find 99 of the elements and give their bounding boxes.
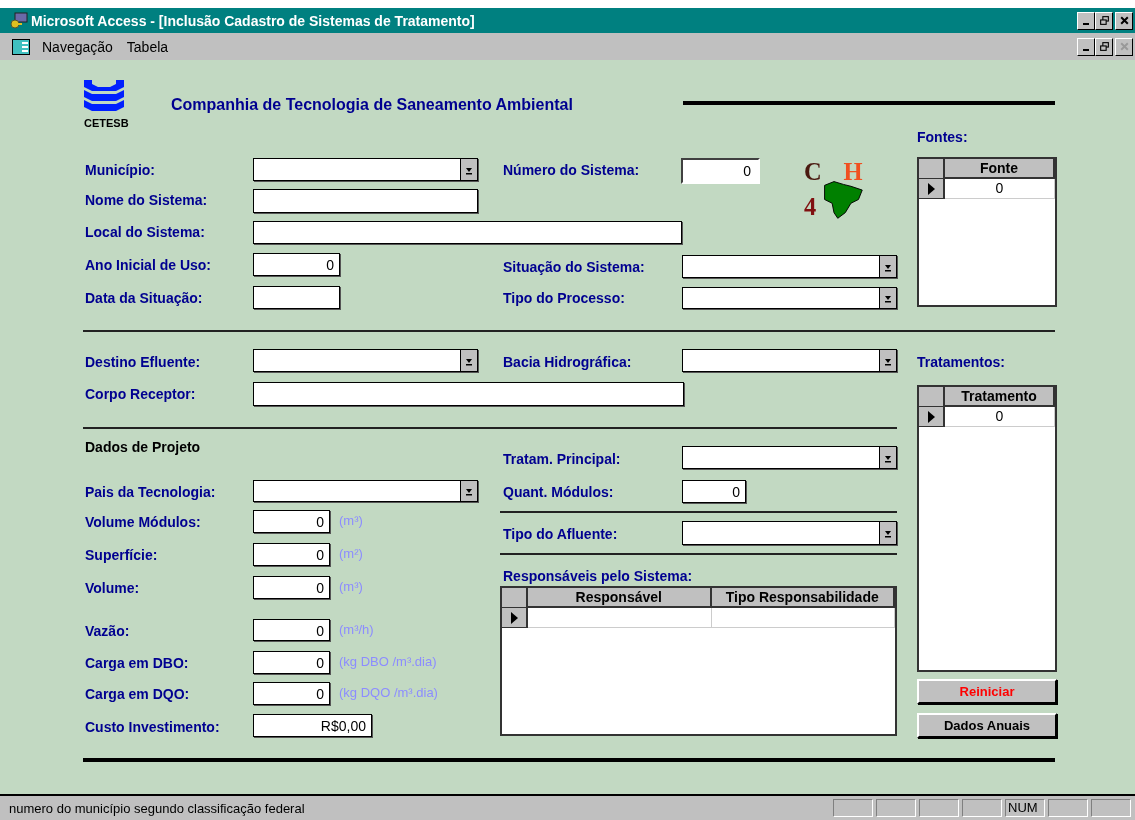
- subform-title: Fontes:: [917, 129, 968, 145]
- status-panel: [1048, 799, 1088, 817]
- table-cell: 0: [945, 179, 1055, 199]
- text-field[interactable]: [253, 189, 478, 213]
- text-field[interactable]: 0: [253, 253, 340, 276]
- field-label: Tipo do Afluente:: [503, 526, 618, 542]
- field-label: Nome do Sistema:: [85, 192, 208, 208]
- dropdown-field[interactable]: [682, 255, 897, 278]
- minimize-icon: [1083, 48, 1089, 51]
- unit-label: (m³/h): [339, 622, 374, 637]
- text-field[interactable]: 0: [253, 619, 330, 641]
- text-field[interactable]: R$0,00: [253, 714, 372, 737]
- column-header[interactable]: Responsável: [528, 588, 712, 608]
- status-indicator: NUM: [1005, 799, 1045, 817]
- dropdown-field[interactable]: [253, 480, 478, 502]
- field-label: Carga em DBO:: [85, 655, 189, 671]
- restore-icon: [1098, 41, 1110, 52]
- field-label: Bacia Hidrográfica:: [503, 354, 632, 370]
- field-label: Situação do Sistema:: [503, 259, 645, 275]
- form-icon: [12, 38, 30, 55]
- field-label: Custo Investimento:: [85, 719, 220, 735]
- unit-label: (m³): [339, 579, 363, 594]
- text-field[interactable]: 0: [681, 158, 760, 184]
- company-name: Companhia de Tecnologia de Saneamento Ambiental: [171, 96, 573, 114]
- status-panel: [919, 799, 959, 817]
- logo-caption: CETESB: [84, 117, 129, 129]
- field-label: Município:: [85, 162, 155, 178]
- close-icon: [1118, 41, 1130, 52]
- dropdown-field[interactable]: [682, 349, 897, 372]
- text-field[interactable]: 0: [253, 576, 330, 599]
- field-label: Ano Inicial de Uso:: [85, 257, 211, 273]
- close-button[interactable]: [1115, 37, 1133, 56]
- unit-label: (kg DQO /m³.dia): [339, 685, 438, 700]
- column-header[interactable]: Tratamento: [945, 387, 1055, 407]
- restore-button[interactable]: [1095, 11, 1113, 30]
- dropdown-field[interactable]: [253, 349, 478, 372]
- form-button[interactable]: Dados Anuais: [917, 713, 1057, 738]
- text-field[interactable]: 0: [682, 480, 746, 503]
- header-corner-cell[interactable]: [919, 159, 945, 179]
- current-row-icon: [926, 181, 936, 196]
- window-title: Microsoft Access - [Inclusão Cadastro de Sistemas de Tratamento]: [31, 12, 475, 29]
- status-panel: [876, 799, 916, 817]
- field-label: Pais da Tecnologia:: [85, 484, 216, 500]
- field-label: Data da Situação:: [85, 290, 203, 306]
- column-header[interactable]: Fonte: [945, 159, 1055, 179]
- dropdown-field[interactable]: [682, 446, 897, 469]
- column-header[interactable]: Tipo Responsabilidade: [711, 588, 895, 608]
- section-title: Dados de Projeto: [85, 439, 201, 455]
- minimize-icon: [1083, 22, 1089, 25]
- text-field[interactable]: 0: [253, 651, 330, 674]
- header-corner-cell[interactable]: [919, 387, 945, 407]
- cetesb-logo-icon: [84, 80, 124, 114]
- status-panel: [833, 799, 873, 817]
- restore-icon: [1098, 15, 1110, 26]
- field-label: Tipo do Processo:: [503, 290, 625, 306]
- menu-item[interactable]: Tabela: [122, 38, 173, 55]
- table-cell: 0: [945, 407, 1055, 427]
- restore-button[interactable]: [1095, 37, 1113, 56]
- status-text: numero do município segundo classificação federal: [9, 800, 305, 816]
- status-panel: [962, 799, 1002, 817]
- text-field[interactable]: 0: [253, 510, 330, 533]
- field-label: Volume:: [85, 580, 140, 596]
- dropdown-field[interactable]: [682, 521, 897, 545]
- subform-title: Responsáveis pelo Sistema:: [503, 568, 693, 584]
- dropdown-field[interactable]: [253, 158, 478, 181]
- text-field[interactable]: 0: [253, 543, 330, 566]
- menu-item[interactable]: Navegação: [38, 38, 117, 55]
- status-panel: [1091, 799, 1131, 817]
- header-corner-cell[interactable]: [502, 588, 528, 608]
- text-field[interactable]: [253, 221, 682, 244]
- text-field[interactable]: [253, 286, 340, 309]
- text-field[interactable]: 0: [253, 682, 330, 705]
- current-row-icon: [926, 409, 936, 424]
- minimize-button[interactable]: [1077, 37, 1095, 56]
- unit-label: (m³): [339, 513, 363, 528]
- minimize-button[interactable]: [1077, 11, 1095, 30]
- field-label: Vazão:: [85, 623, 130, 639]
- close-icon: [1118, 15, 1130, 26]
- field-label: Superfície:: [85, 547, 158, 563]
- subform-title: Tratamentos:: [917, 354, 1005, 370]
- field-label: Número do Sistema:: [503, 162, 640, 178]
- field-label: Destino Efluente:: [85, 354, 201, 370]
- unit-label: (m²): [339, 546, 363, 561]
- field-label: Quant. Módulos:: [503, 484, 614, 500]
- dropdown-field[interactable]: [682, 287, 897, 309]
- row-selector[interactable]: [502, 608, 528, 628]
- field-label: Corpo Receptor:: [85, 386, 196, 402]
- current-row-icon: [509, 610, 519, 625]
- field-label: Tratam. Principal:: [503, 451, 621, 467]
- field-label: Local do Sistema:: [85, 224, 205, 240]
- unit-label: (kg DBO /m³.dia): [339, 654, 437, 669]
- text-field[interactable]: [253, 382, 684, 406]
- field-label: Volume Módulos:: [85, 514, 201, 530]
- brazil-map-logo-drawing: C H 4: [802, 155, 866, 227]
- key-icon: [10, 11, 28, 30]
- close-button[interactable]: [1115, 11, 1133, 30]
- row-selector[interactable]: [919, 179, 945, 199]
- row-selector[interactable]: [919, 407, 945, 427]
- field-label: Carga em DQO:: [85, 686, 190, 702]
